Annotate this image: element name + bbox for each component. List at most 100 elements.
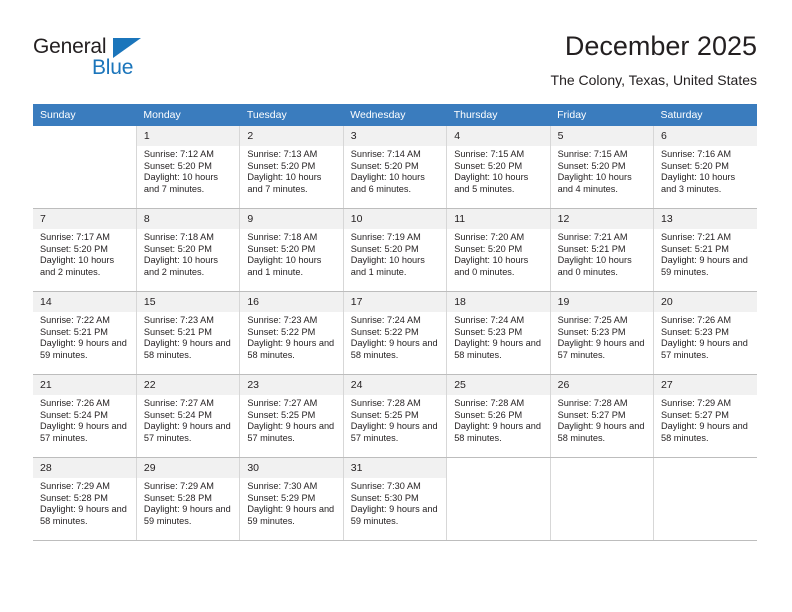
day-details: Sunrise: 7:27 AM Sunset: 5:25 PM Daylight:…	[240, 395, 342, 444]
page-title: December 2025	[564, 31, 757, 61]
sunset-text: Sunset: 5:24 PM	[143, 409, 212, 420]
sunrise-text: Sunrise: 7:14 AM	[350, 149, 421, 159]
calendar-week-row: 7 Sunrise: 7:17 AM Sunset: 5:20 PM Daylight…	[33, 208, 757, 292]
logo-triangle-icon	[113, 38, 141, 58]
calendar-day-cell[interactable]: 27 Sunrise: 7:29 AM Sunset: 5:27 PM Dayligh…	[653, 374, 757, 458]
sunrise-text: Sunrise: 7:21 AM	[661, 232, 731, 242]
sunset-text: Sunset: 5:20 PM	[661, 160, 729, 171]
day-number	[550, 458, 654, 478]
day-number: 9	[240, 209, 343, 229]
calendar-day-cell[interactable]: 12 Sunrise: 7:21 AM Sunset: 5:21 PM Dayligh…	[550, 208, 655, 292]
day-details: Sunrise: 7:17 AM Sunset: 5:20 PM Daylight:…	[33, 229, 136, 278]
calendar-day-cell[interactable]: 30 Sunrise: 7:30 AM Sunset: 5:29 PM Dayligh…	[239, 457, 344, 541]
sunrise-text: Sunrise: 7:30 AM	[247, 481, 318, 491]
day-details: Sunrise: 7:20 AM Sunset: 5:20 PM Daylight:…	[447, 229, 549, 278]
day-number: 7	[33, 209, 136, 229]
day-number: 26	[550, 375, 654, 395]
daylight-text: Daylight: 10 hours and 7 minutes.	[247, 172, 322, 194]
daylight-text: Daylight: 9 hours and 57 minutes.	[350, 421, 438, 443]
sunset-text: Sunset: 5:20 PM	[454, 160, 523, 171]
logo-text-blue: Blue	[92, 56, 134, 79]
calendar-day-cell[interactable]: 14 Sunrise: 7:22 AM Sunset: 5:21 PM Dayligh…	[33, 291, 137, 375]
day-details: Sunrise: 7:29 AM Sunset: 5:27 PM Daylight:…	[654, 395, 757, 444]
calendar-day-cell[interactable]: 2 Sunrise: 7:13 AM Sunset: 5:20 PM Daylight…	[239, 126, 344, 209]
calendar-day-cell-empty	[446, 457, 551, 541]
calendar-day-cell[interactable]: 6 Sunrise: 7:16 AM Sunset: 5:20 PM Daylight…	[653, 126, 757, 209]
daylight-text: Daylight: 9 hours and 58 minutes.	[247, 338, 335, 360]
sunrise-text: Sunrise: 7:24 AM	[454, 315, 525, 325]
day-details: Sunrise: 7:15 AM Sunset: 5:20 PM Daylight:…	[551, 146, 653, 195]
calendar-day-cell[interactable]: 25 Sunrise: 7:28 AM Sunset: 5:26 PM Dayligh…	[446, 374, 551, 458]
sunrise-text: Sunrise: 7:27 AM	[247, 398, 318, 408]
day-details: Sunrise: 7:30 AM Sunset: 5:30 PM Daylight:…	[344, 478, 446, 527]
calendar-day-cell[interactable]: 23 Sunrise: 7:27 AM Sunset: 5:25 PM Dayligh…	[239, 374, 344, 458]
calendar-day-cell[interactable]: 5 Sunrise: 7:15 AM Sunset: 5:20 PM Daylight…	[550, 126, 655, 209]
calendar-day-cell[interactable]: 29 Sunrise: 7:29 AM Sunset: 5:28 PM Dayligh…	[136, 457, 241, 541]
sunrise-text: Sunrise: 7:15 AM	[454, 149, 525, 159]
daylight-text: Daylight: 9 hours and 57 minutes.	[247, 421, 335, 443]
daylight-text: Daylight: 9 hours and 59 minutes.	[40, 338, 127, 360]
daylight-text: Daylight: 10 hours and 7 minutes.	[143, 172, 218, 194]
calendar-day-cell[interactable]: 4 Sunrise: 7:15 AM Sunset: 5:20 PM Daylight…	[446, 126, 551, 209]
day-details: Sunrise: 7:28 AM Sunset: 5:25 PM Daylight:…	[344, 395, 446, 444]
calendar-day-cell[interactable]: 7 Sunrise: 7:17 AM Sunset: 5:20 PM Daylight…	[33, 208, 137, 292]
calendar-day-cell[interactable]: 11 Sunrise: 7:20 AM Sunset: 5:20 PM Dayligh…	[446, 208, 551, 292]
day-details: Sunrise: 7:18 AM Sunset: 5:20 PM Daylight:…	[137, 229, 239, 278]
calendar-week-row: 1 Sunrise: 7:12 AM Sunset: 5:20 PM Daylight…	[33, 126, 757, 209]
calendar-day-cell[interactable]: 20 Sunrise: 7:26 AM Sunset: 5:23 PM Dayligh…	[653, 291, 757, 375]
day-number: 14	[33, 292, 136, 312]
day-details: Sunrise: 7:22 AM Sunset: 5:21 PM Daylight:…	[33, 312, 136, 361]
day-number: 18	[447, 292, 550, 312]
calendar-day-cell[interactable]: 17 Sunrise: 7:24 AM Sunset: 5:22 PM Dayligh…	[343, 291, 448, 375]
day-number: 12	[550, 209, 654, 229]
sunset-text: Sunset: 5:21 PM	[557, 243, 626, 254]
calendar-day-cell[interactable]: 10 Sunrise: 7:19 AM Sunset: 5:20 PM Dayligh…	[343, 208, 448, 292]
daylight-text: Daylight: 9 hours and 59 minutes.	[350, 504, 438, 526]
day-details: Sunrise: 7:28 AM Sunset: 5:27 PM Daylight:…	[551, 395, 653, 444]
sunset-text: Sunset: 5:27 PM	[557, 409, 626, 420]
calendar-day-cell[interactable]: 22 Sunrise: 7:27 AM Sunset: 5:24 PM Dayligh…	[136, 374, 241, 458]
day-details: Sunrise: 7:23 AM Sunset: 5:22 PM Daylight:…	[240, 312, 342, 361]
day-number: 1	[136, 126, 240, 146]
calendar-day-cell[interactable]: 9 Sunrise: 7:18 AM Sunset: 5:20 PM Daylight…	[239, 208, 344, 292]
sunset-text: Sunset: 5:20 PM	[350, 243, 419, 254]
calendar-day-cell[interactable]: 1 Sunrise: 7:12 AM Sunset: 5:20 PM Daylight…	[136, 126, 241, 209]
calendar-day-cell[interactable]: 13 Sunrise: 7:21 AM Sunset: 5:21 PM Dayligh…	[653, 208, 757, 292]
day-details: Sunrise: 7:18 AM Sunset: 5:20 PM Daylight:…	[240, 229, 342, 278]
day-number: 17	[343, 292, 447, 312]
daylight-text: Daylight: 9 hours and 58 minutes.	[350, 338, 438, 360]
day-number: 6	[654, 126, 757, 146]
calendar-week-row: 14 Sunrise: 7:22 AM Sunset: 5:21 PM Dayligh…	[33, 291, 757, 375]
calendar-day-cell[interactable]: 28 Sunrise: 7:29 AM Sunset: 5:28 PM Dayligh…	[33, 457, 137, 541]
sunrise-text: Sunrise: 7:17 AM	[40, 232, 110, 242]
sunrise-text: Sunrise: 7:16 AM	[661, 149, 731, 159]
sunrise-text: Sunrise: 7:25 AM	[557, 315, 628, 325]
calendar-day-cell[interactable]: 16 Sunrise: 7:23 AM Sunset: 5:22 PM Dayligh…	[239, 291, 344, 375]
sunrise-text: Sunrise: 7:30 AM	[350, 481, 421, 491]
general-blue-logo[interactable]: General Blue	[33, 30, 213, 85]
daylight-text: Daylight: 9 hours and 58 minutes.	[661, 421, 748, 443]
calendar-day-cell[interactable]: 19 Sunrise: 7:25 AM Sunset: 5:23 PM Dayligh…	[550, 291, 655, 375]
sunrise-text: Sunrise: 7:21 AM	[557, 232, 628, 242]
calendar-day-cell[interactable]: 24 Sunrise: 7:28 AM Sunset: 5:25 PM Dayligh…	[343, 374, 448, 458]
calendar-day-cell[interactable]: 21 Sunrise: 7:26 AM Sunset: 5:24 PM Dayligh…	[33, 374, 137, 458]
sunrise-text: Sunrise: 7:24 AM	[350, 315, 421, 325]
calendar-day-cell[interactable]: 15 Sunrise: 7:23 AM Sunset: 5:21 PM Dayligh…	[136, 291, 241, 375]
calendar-day-cell[interactable]: 8 Sunrise: 7:18 AM Sunset: 5:20 PM Daylight…	[136, 208, 241, 292]
daylight-text: Daylight: 10 hours and 2 minutes.	[40, 255, 115, 277]
calendar-day-cell[interactable]: 3 Sunrise: 7:14 AM Sunset: 5:20 PM Daylight…	[343, 126, 448, 209]
day-number: 15	[136, 292, 240, 312]
day-details: Sunrise: 7:24 AM Sunset: 5:22 PM Daylight:…	[344, 312, 446, 361]
day-number: 27	[654, 375, 757, 395]
sunset-text: Sunset: 5:25 PM	[350, 409, 419, 420]
calendar-day-cell[interactable]: 18 Sunrise: 7:24 AM Sunset: 5:23 PM Dayligh…	[446, 291, 551, 375]
calendar-day-cell[interactable]: 31 Sunrise: 7:30 AM Sunset: 5:30 PM Dayligh…	[343, 457, 448, 541]
calendar-day-cell-empty	[653, 457, 757, 541]
calendar-day-cell[interactable]: 26 Sunrise: 7:28 AM Sunset: 5:27 PM Dayligh…	[550, 374, 655, 458]
weekday-header-friday: Friday	[550, 104, 654, 126]
day-number: 5	[550, 126, 654, 146]
day-number: 4	[447, 126, 550, 146]
calendar-day-cell-empty	[33, 126, 137, 209]
day-number: 24	[343, 375, 447, 395]
day-number	[654, 458, 757, 478]
